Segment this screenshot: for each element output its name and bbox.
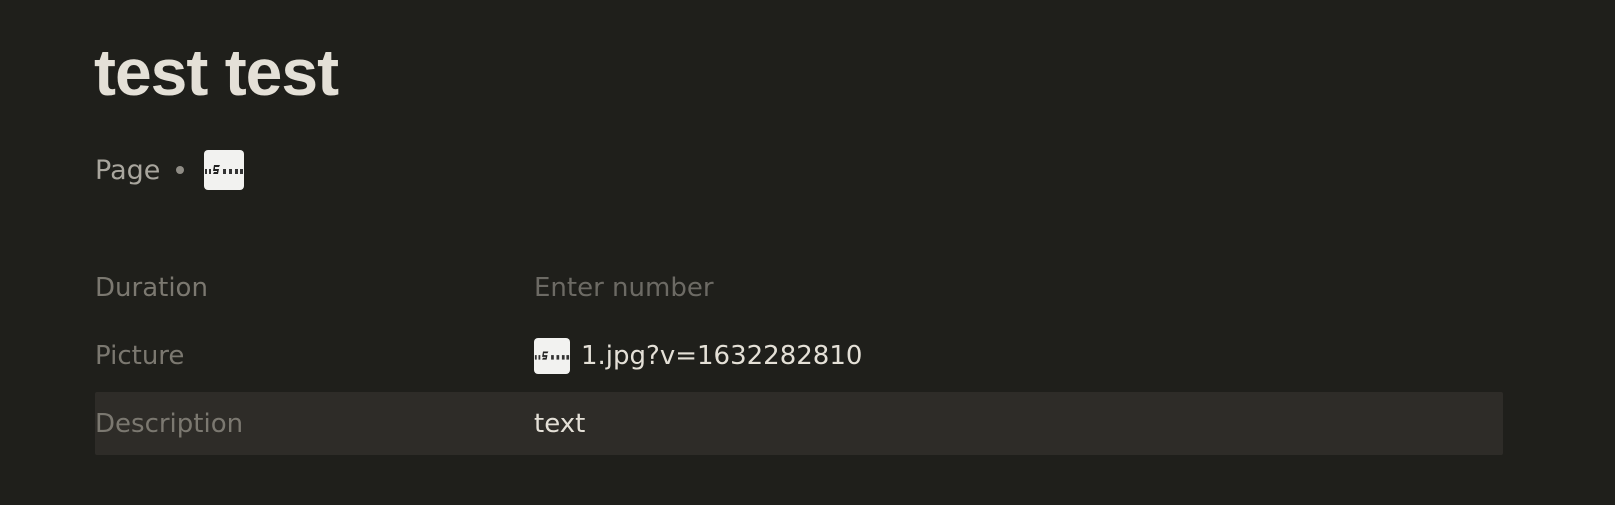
property-label-picture: Picture	[95, 340, 185, 371]
page-meta: Page	[95, 150, 245, 190]
property-row-picture[interactable]: Picture 1.jpg?v=1632282810	[95, 324, 1503, 387]
picture-file-name[interactable]: 1.jpg?v=1632282810	[581, 341, 862, 371]
duration-number-input[interactable]: Enter number	[534, 273, 714, 303]
page-title[interactable]: test test	[94, 30, 339, 114]
description-text-value[interactable]: text	[534, 409, 585, 439]
property-label-description: Description	[95, 408, 244, 439]
separator-dot	[176, 166, 185, 174]
property-row-description[interactable]: Description text	[95, 392, 1503, 455]
image-thumbnail-icon[interactable]	[204, 150, 245, 190]
property-row-duration[interactable]: Duration Enter number	[95, 256, 1503, 319]
property-label-duration: Duration	[95, 272, 208, 303]
page-type-label: Page	[95, 154, 161, 186]
image-thumbnail-icon[interactable]	[534, 337, 570, 374]
properties-list: Duration Enter number Picture 1.jpg?v=16…	[95, 256, 1503, 460]
page-container: test test Page Duration Enter number Pic…	[0, 0, 1615, 505]
picture-file-value[interactable]: 1.jpg?v=1632282810	[534, 337, 862, 374]
